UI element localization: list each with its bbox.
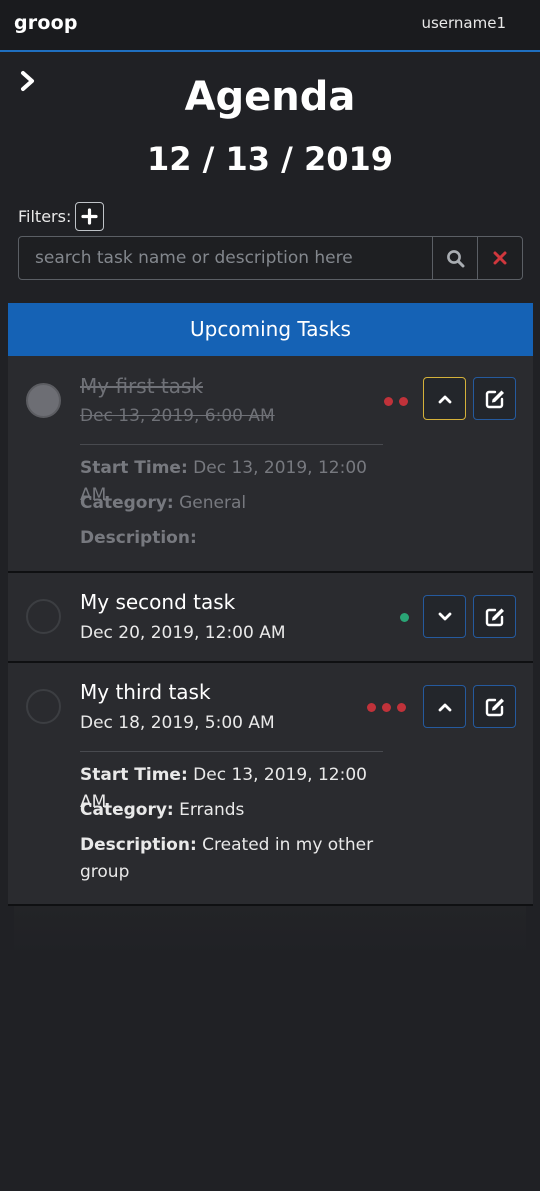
edit-task-button[interactable] [473,595,516,638]
category-label: Category: [80,800,174,820]
search-button[interactable] [432,237,477,279]
task-card: My third task Dec 18, 2019, 5:00 AM Star… [8,663,533,906]
edit-icon [485,698,504,716]
search-input[interactable] [19,237,432,279]
task-card: My second task Dec 20, 2019, 12:00 AM [8,573,533,663]
chevron-up-icon [438,703,451,711]
edit-icon [485,608,504,626]
expand-task-button[interactable] [423,595,466,638]
category-value: Errands [179,800,245,820]
chevron-up-icon [438,395,451,403]
priority-indicator [400,613,409,622]
add-filter-button[interactable] [75,201,105,231]
edit-task-button[interactable] [473,377,516,420]
task-due-date: Dec 20, 2019, 12:00 AM [80,623,286,643]
priority-dot [397,703,406,712]
filters-label: Filters: [18,206,72,226]
task-complete-checkbox[interactable] [26,599,61,634]
task-divider [80,444,383,445]
search-icon [446,249,464,267]
priority-dot [400,613,409,622]
task-due-date: Dec 18, 2019, 5:00 AM [80,713,275,733]
filters-row: Filters: [18,201,105,231]
task-card: My first task Dec 13, 2019, 6:00 AM Star… [8,356,533,573]
edit-icon [485,390,504,408]
page-title: Agenda [184,74,356,120]
description-label: Description: [80,528,197,548]
chevron-down-icon [438,612,451,620]
search-bar [18,236,523,280]
priority-dot [367,703,376,712]
task-complete-checkbox[interactable] [26,383,61,418]
category-value: General [179,493,247,513]
task-name: My second task [80,590,236,614]
start-time-label: Start Time: [80,765,188,785]
top-navbar: groop username1 [0,0,540,52]
priority-indicator [367,703,406,712]
category-label: Category: [80,493,174,513]
list-footer [14,906,526,956]
upcoming-tasks-header: Upcoming Tasks [8,303,533,356]
priority-indicator [384,397,408,406]
task-divider [80,751,383,752]
task-due-date: Dec 13, 2019, 6:00 AM [80,406,275,426]
priority-dot [399,397,408,406]
close-icon [493,251,507,265]
page-date: 12 / 13 / 2019 [146,140,394,178]
clear-search-button[interactable] [477,237,522,279]
task-description: Description: [80,525,380,552]
plus-icon [81,207,98,225]
description-label: Description: [80,835,197,855]
task-category: Category: Errands [80,797,380,824]
task-category: Category: General [80,490,380,517]
collapse-task-button[interactable] [423,685,466,728]
app-logo[interactable]: groop [14,12,78,34]
task-description: Description: Created in my other group [80,832,380,886]
edit-task-button[interactable] [473,685,516,728]
priority-dot [384,397,393,406]
username-link[interactable]: username1 [421,14,506,32]
task-name: My third task [80,680,211,704]
task-name: My first task [80,374,203,398]
collapse-task-button[interactable] [423,377,466,420]
task-complete-checkbox[interactable] [26,689,61,724]
start-time-label: Start Time: [80,458,188,478]
priority-dot [382,703,391,712]
